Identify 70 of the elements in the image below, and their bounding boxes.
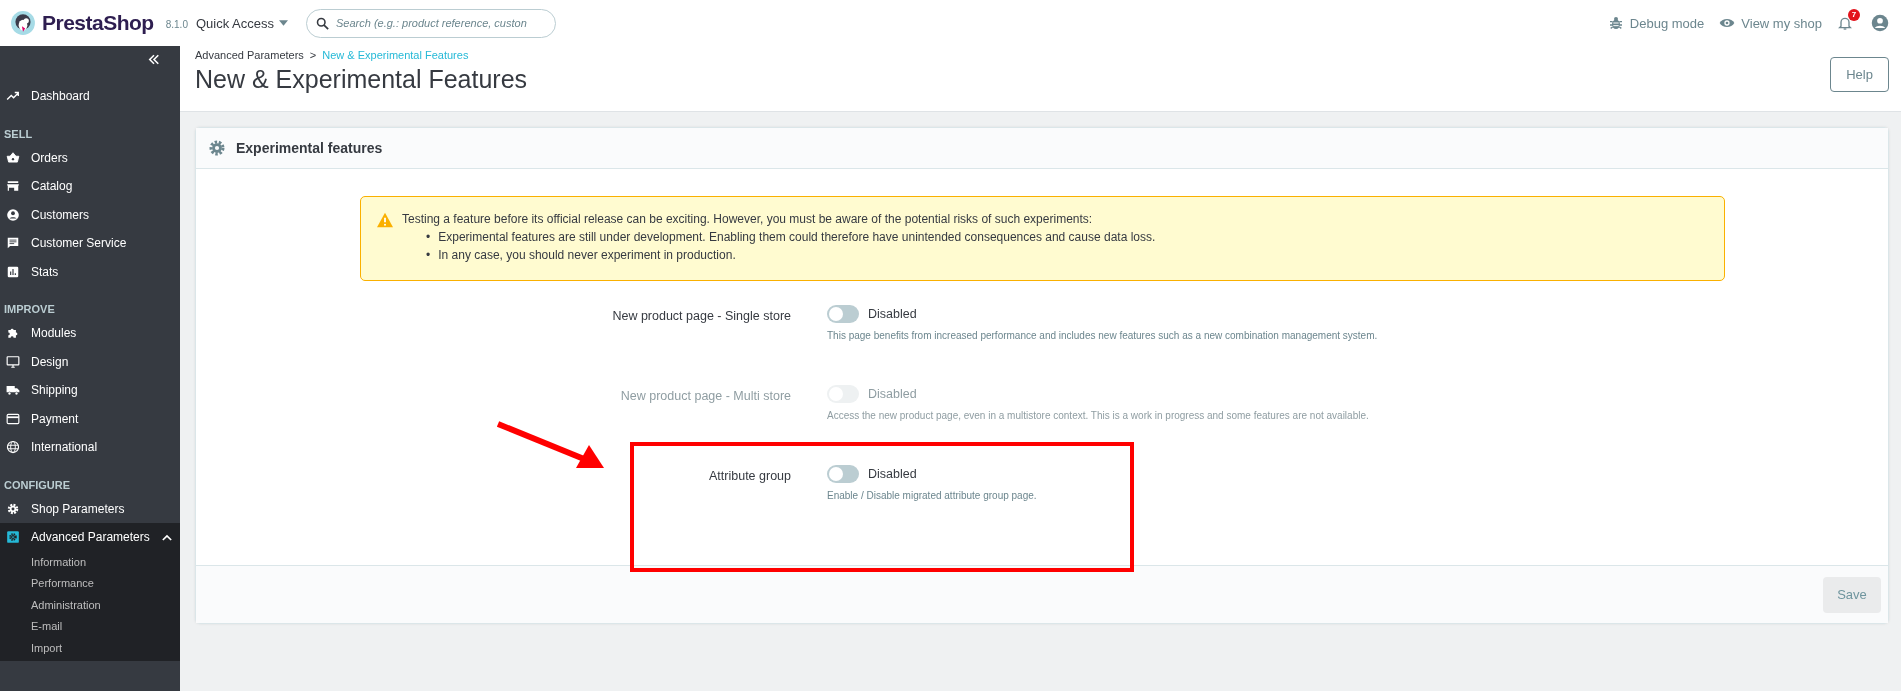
toggle-status: Disabled xyxy=(868,307,917,321)
submenu-item[interactable]: E-mail xyxy=(0,616,180,638)
nav-item[interactable]: Catalog xyxy=(0,172,180,201)
caret-icon xyxy=(279,20,289,26)
help-text: Enable / Disable migrated attribute group page. xyxy=(827,490,1037,501)
bullet-mark: • xyxy=(426,229,431,246)
version-label: 8.1.0 xyxy=(165,19,188,30)
nav-item[interactable]: Advanced Parameters xyxy=(0,523,180,552)
toggle-switch[interactable] xyxy=(827,305,859,323)
help-button[interactable]: Help xyxy=(1830,57,1889,92)
notifications-button[interactable] xyxy=(1837,15,1853,31)
account-icon[interactable] xyxy=(1871,14,1889,32)
store-icon xyxy=(6,179,20,194)
section-heading: SELL xyxy=(3,126,34,142)
nav-item[interactable]: Design xyxy=(0,347,180,376)
bug-icon xyxy=(1607,15,1624,31)
gear-icon xyxy=(6,530,20,545)
search-icon xyxy=(315,15,330,31)
nav-item[interactable]: Shop Parameters xyxy=(0,494,180,523)
nav-item[interactable]: Stats xyxy=(0,257,180,286)
help-text: This page benefits from increased performance and includes new features such as a new combination management system. xyxy=(827,330,1378,341)
section-heading: CONFIGURE xyxy=(3,477,71,493)
user-icon xyxy=(6,207,20,222)
basket-icon xyxy=(6,150,20,165)
logo-icon xyxy=(10,10,36,36)
alert-bullet: In any case, you should never experiment in production. xyxy=(438,247,736,264)
view-my-shop-link[interactable]: View my shop xyxy=(1719,15,1822,31)
monitor-icon xyxy=(6,354,20,369)
submenu-item[interactable]: Information xyxy=(0,551,180,573)
alert-bullet: Experimental features are still under development. Enabling them could therefore have unintended consequences and cause data loss. xyxy=(438,229,1156,246)
toggle-status: Disabled xyxy=(868,467,917,481)
help-text: Access the new product page, even in a multistore context. This is a work in progress and some features are not available. xyxy=(827,410,1369,421)
card-title: Experimental features xyxy=(236,140,383,156)
breadcrumb-separator: > xyxy=(309,49,317,61)
nav-item[interactable]: Dashboard xyxy=(0,82,180,111)
collapse-icon[interactable] xyxy=(148,54,160,65)
notification-count: 7 xyxy=(1848,9,1860,21)
submenu-item[interactable]: Import xyxy=(0,637,180,659)
quick-access-menu[interactable]: Quick Access xyxy=(196,15,306,31)
nav-item[interactable]: Shipping xyxy=(0,376,180,405)
puzzle-icon xyxy=(6,326,20,341)
search-field[interactable]: Search (e.g.: product reference, custon xyxy=(306,8,556,38)
feature-label: New product page - Single store xyxy=(611,308,791,325)
page-title: New & Experimental Features xyxy=(195,65,528,94)
nav-item[interactable]: Orders xyxy=(0,143,180,172)
nav-item[interactable]: International xyxy=(0,433,180,462)
submenu-item[interactable]: Performance xyxy=(0,573,180,595)
debug-mode-link[interactable]: Debug mode xyxy=(1607,15,1705,31)
brand-name[interactable]: PrestaShop xyxy=(42,11,154,35)
toggle-status: Disabled xyxy=(868,387,917,401)
section-heading: IMPROVE xyxy=(3,302,56,317)
gear-icon xyxy=(208,139,226,157)
nav-item[interactable]: Payment xyxy=(0,404,180,433)
gear-icon xyxy=(6,501,20,516)
credit-card-icon xyxy=(6,411,20,426)
feature-label: Attribute group xyxy=(708,468,791,485)
bar-chart-icon xyxy=(6,264,20,279)
nav-item[interactable]: Customers xyxy=(0,200,180,229)
nav-item[interactable]: Customer Service xyxy=(0,229,180,258)
bell-icon xyxy=(1837,15,1853,31)
submenu-item[interactable]: Administration xyxy=(0,594,180,616)
nav-item[interactable]: Modules xyxy=(0,319,180,348)
alert-text: Testing a feature before its official release can be exciting. However, you must be aware of the potential risks of such experiments: xyxy=(402,212,1094,226)
warning-icon xyxy=(376,212,394,228)
truck-icon xyxy=(6,383,20,398)
toggle-switch[interactable] xyxy=(827,465,859,483)
feature-label: New product page - Multi store xyxy=(619,388,791,405)
bullet-mark: • xyxy=(426,247,431,264)
breadcrumb-link[interactable]: Advanced Parameters xyxy=(195,49,304,61)
globe-icon xyxy=(6,440,20,455)
